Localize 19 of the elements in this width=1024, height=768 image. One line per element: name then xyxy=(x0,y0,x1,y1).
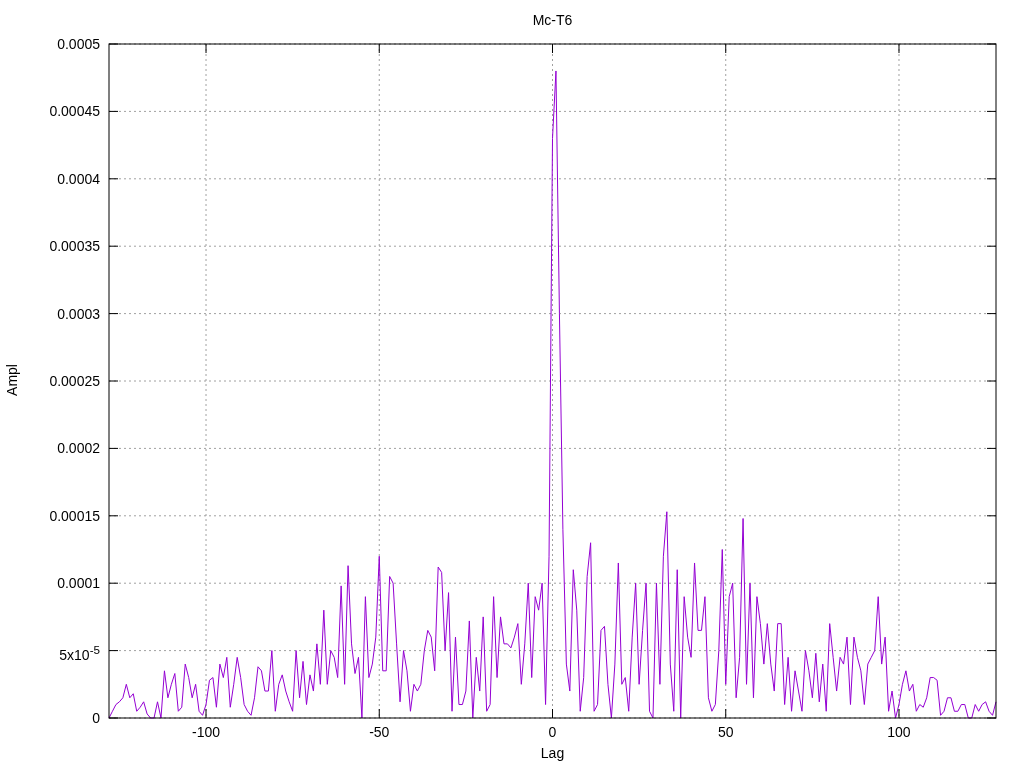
y-tick-label: 0.0005 xyxy=(56,35,100,54)
chart-title: Mc-T6 xyxy=(531,12,574,28)
y-tick-label: 0.0001 xyxy=(56,574,100,594)
y-tick-label: 5x10$^{-5}$ xyxy=(58,642,100,666)
x-tick-label: 0 xyxy=(547,723,558,741)
x-axis-label: Lag xyxy=(539,745,566,761)
x-tick-label: 50 xyxy=(716,723,735,741)
y-tick-label: 0.00015 xyxy=(48,506,100,526)
y-tick-label: 0.0004 xyxy=(56,169,100,189)
x-tick-label: 100 xyxy=(886,723,912,741)
y-tick-label: 0.0002 xyxy=(56,439,100,459)
x-tick-label: -50 xyxy=(368,723,391,741)
y-axis-label: Ampl xyxy=(3,364,20,396)
y-tick-label: 0.0003 xyxy=(56,304,100,324)
x-tick-label: -100 xyxy=(191,723,222,741)
y-tick-label: 0.00025 xyxy=(48,372,100,391)
y-tick-label: 0.00045 xyxy=(48,102,100,122)
y-tick-label: 0 xyxy=(91,709,100,728)
y-tick-label: 0.00035 xyxy=(48,237,100,257)
